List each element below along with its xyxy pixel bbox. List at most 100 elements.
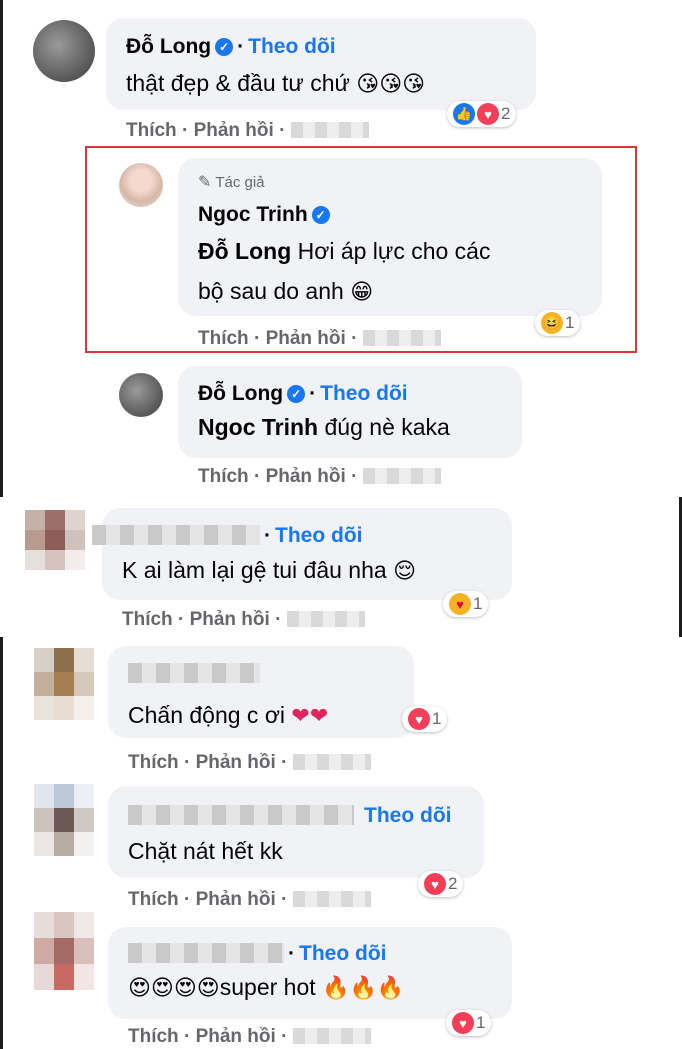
comment-header: Theo dõi	[128, 804, 452, 828]
comment-header: Đỗ Long ✓ · Theo dõi	[126, 35, 336, 59]
comment-header: · Theo dõi	[92, 524, 363, 548]
commenter-name-blurred[interactable]	[92, 525, 260, 545]
comment-bubble	[178, 366, 522, 458]
avatar[interactable]	[34, 648, 94, 720]
like-link[interactable]: Thích	[128, 1026, 179, 1047]
like-link[interactable]: Thích	[198, 328, 249, 349]
love-reaction-icon: ♥	[477, 103, 499, 125]
follow-button[interactable]: Theo dõi	[248, 35, 336, 58]
reply-link[interactable]: Phản hồi	[266, 466, 346, 487]
separator-dot: ·	[237, 35, 245, 58]
emoji-relieved: 😌	[393, 559, 416, 584]
timestamp-blurred	[286, 611, 365, 627]
separator-dot: ·	[288, 942, 295, 965]
pencil-icon: ✎	[198, 174, 212, 191]
commenter-name[interactable]: Đỗ Long	[126, 35, 211, 58]
timestamp-blurred	[292, 891, 371, 907]
comment-body: K ai làm lại gệ tui đâu nha	[122, 557, 387, 583]
verified-badge-icon: ✓	[311, 206, 330, 224]
comment-actions: Thích · Phản hồi ·	[122, 609, 365, 631]
follow-button[interactable]: Theo dõi	[299, 942, 387, 965]
comment-text: Ngoc Trinh đúg nè kaka	[198, 414, 450, 441]
avatar[interactable]	[119, 163, 163, 207]
timestamp-blurred	[292, 1028, 371, 1044]
emoji-heart-eyes: 😍😍😍😍	[128, 976, 220, 1001]
comment-text: 😍😍😍😍super hot 🔥🔥🔥	[128, 974, 404, 1001]
comment-body: super hot	[219, 974, 316, 1000]
comment-bubble	[102, 508, 512, 600]
comment-actions: Thích · Phản hồi ·	[126, 120, 369, 142]
reply-link[interactable]: Phản hồi	[266, 328, 346, 349]
haha-reaction-icon: 😆	[541, 312, 563, 334]
comment-actions: Thích · Phản hồi ·	[128, 1026, 371, 1048]
timestamp-blurred	[362, 468, 441, 484]
verified-badge-icon: ✓	[287, 385, 306, 403]
like-link[interactable]: Thích	[126, 120, 177, 141]
avatar[interactable]	[33, 20, 95, 82]
like-link[interactable]: Thích	[198, 466, 249, 487]
reaction-count: 2	[501, 104, 511, 123]
avatar[interactable]	[34, 784, 94, 856]
comment-actions: Thích · Phản hồi ·	[128, 752, 371, 774]
reply-link[interactable]: Phản hồi	[196, 1026, 276, 1047]
timestamp-blurred	[292, 754, 371, 770]
reply-link[interactable]: Phản hồi	[196, 889, 276, 910]
reaction-summary[interactable]: 😆 1	[535, 310, 581, 336]
reply-link[interactable]: Phản hồi	[196, 752, 276, 773]
reaction-count: 1	[476, 1013, 486, 1032]
reaction-summary[interactable]: ♥ 1	[443, 591, 489, 617]
like-link[interactable]: Thích	[128, 889, 179, 910]
follow-button[interactable]: Theo dõi	[320, 382, 408, 405]
reaction-summary[interactable]: ♥ 1	[402, 706, 448, 732]
avatar[interactable]	[25, 510, 85, 570]
comment-text-line2: bộ sau do anh 😁	[198, 278, 373, 305]
comment-actions: Thích · Phản hồi ·	[128, 889, 371, 911]
reaction-count: 1	[565, 313, 575, 332]
comment-text: thật đẹp & đầu tư chứ 😘😘😘	[126, 70, 425, 97]
comment-text: Đỗ Long Hơi áp lực cho các	[198, 238, 490, 265]
separator-dot: ·	[309, 382, 317, 405]
reaction-count: 1	[432, 709, 442, 728]
reaction-summary[interactable]: ♥ 1	[446, 1010, 492, 1036]
emoji-fire: 🔥🔥🔥	[322, 976, 405, 1001]
reply-link[interactable]: Phản hồi	[190, 609, 270, 630]
comment-body: đúg nè kaka	[324, 414, 450, 440]
commenter-name[interactable]: Ngoc Trinh	[198, 203, 308, 226]
commenter-name-blurred[interactable]	[128, 943, 284, 963]
emoji-kiss: 😘😘😘	[356, 72, 426, 97]
like-link[interactable]: Thích	[128, 752, 179, 773]
left-edge-bar-bottom	[0, 637, 3, 1049]
comment-header: Đỗ Long ✓ · Theo dõi	[198, 382, 408, 406]
mention-link[interactable]: Đỗ Long	[198, 238, 291, 264]
commenter-name-blurred[interactable]	[128, 805, 354, 825]
reply-link[interactable]: Phản hồi	[194, 120, 274, 141]
emoji-grin: 😁	[350, 280, 374, 305]
comment-text: Chấn động c ơi ❤❤	[128, 702, 328, 729]
follow-button[interactable]: Theo dõi	[364, 804, 452, 827]
like-link[interactable]: Thích	[122, 609, 173, 630]
reaction-summary[interactable]: 👍 ♥ 2	[447, 101, 517, 127]
timestamp-blurred	[362, 330, 441, 346]
avatar[interactable]	[119, 373, 163, 417]
comment-text: Chặt nát hết kk	[128, 838, 283, 865]
avatar[interactable]	[34, 912, 94, 990]
commenter-name-blurred[interactable]	[128, 663, 260, 683]
left-edge-bar-top	[0, 0, 3, 497]
comment-text: K ai làm lại gệ tui đâu nha 😌	[122, 557, 416, 584]
love-reaction-icon: ♥	[424, 873, 446, 895]
commenter-name[interactable]: Đỗ Long	[198, 382, 283, 405]
comment-actions: Thích · Phản hồi ·	[198, 466, 441, 488]
comment-header: Ngoc Trinh ✓	[198, 203, 330, 227]
comment-body: Chấn động c ơi	[128, 702, 286, 728]
separator-dot: ·	[264, 524, 271, 547]
mention-link[interactable]: Ngoc Trinh	[198, 414, 318, 440]
care-reaction-icon: ♥	[449, 593, 471, 615]
reaction-summary[interactable]: ♥ 2	[418, 871, 464, 897]
reaction-count: 1	[473, 594, 483, 613]
comment-body-line2: bộ sau do anh	[198, 278, 344, 304]
follow-button[interactable]: Theo dõi	[275, 524, 363, 547]
author-tag: ✎ Tác giả	[198, 172, 265, 192]
like-reaction-icon: 👍	[453, 103, 475, 125]
comment-body: thật đẹp & đầu tư chứ	[126, 70, 350, 96]
comment-body: Hơi áp lực cho các	[297, 238, 491, 264]
